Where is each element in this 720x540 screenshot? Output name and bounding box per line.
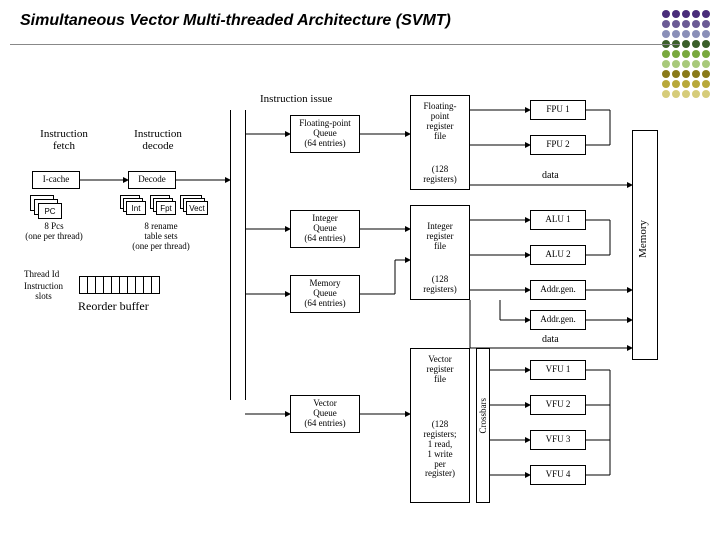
- header-rule: [10, 44, 680, 45]
- memory-label: Memory: [637, 220, 649, 258]
- decode-label: Instruction decode: [128, 128, 188, 152]
- page-title: Simultaneous Vector Multi-threaded Archi…: [20, 12, 451, 30]
- diagram-lines: [0, 0, 720, 540]
- rename-note: 8 rename table sets (one per thread): [116, 222, 206, 252]
- fpu2: FPU 2: [530, 135, 586, 155]
- data-label-1: data: [542, 170, 559, 181]
- reorder-slots: [80, 276, 160, 294]
- icache-box: I-cache: [32, 171, 80, 189]
- fpu1: FPU 1: [530, 100, 586, 120]
- data-label-2: data: [542, 334, 559, 345]
- instr-slots-label: Instruction slots: [24, 282, 63, 302]
- mem-queue: Memory Queue (64 entries): [290, 275, 360, 313]
- pcs-note: 8 Pcs (one per thread): [18, 222, 90, 242]
- vline-2: [245, 110, 246, 400]
- addrgen1: Addr.gen.: [530, 280, 586, 300]
- vec-regs-detail: (128 registers; 1 read, 1 write per regi…: [413, 420, 467, 479]
- int-regfile: Integer register file: [413, 218, 467, 256]
- addrgen2: Addr.gen.: [530, 310, 586, 330]
- fp-regs128: (128 registers): [413, 165, 467, 185]
- fp-regfile: Floating- point register file: [413, 98, 467, 146]
- int-queue: Integer Queue (64 entries): [290, 210, 360, 248]
- vec-regfile: Vector register file: [413, 352, 467, 388]
- vfu3: VFU 3: [530, 430, 586, 450]
- fetch-label: Instruction fetch: [34, 128, 94, 152]
- fp-queue: Floating-point Queue (64 entries): [290, 115, 360, 153]
- vfu2: VFU 2: [530, 395, 586, 415]
- crossbars-label: Crossbars: [478, 398, 488, 434]
- alu1: ALU 1: [530, 210, 586, 230]
- vfu4: VFU 4: [530, 465, 586, 485]
- reorder-label: Reorder buffer: [78, 300, 149, 313]
- thread-id-label: Thread Id: [24, 270, 59, 280]
- vec-queue: Vector Queue (64 entries): [290, 395, 360, 433]
- int-regs128: (128 registers): [413, 275, 467, 295]
- decode-box: Decode: [128, 171, 176, 189]
- corner-dots-decoration: [662, 10, 710, 100]
- vline-1: [230, 110, 231, 400]
- vfu1: VFU 1: [530, 360, 586, 380]
- issue-label: Instruction issue: [260, 93, 332, 105]
- alu2: ALU 2: [530, 245, 586, 265]
